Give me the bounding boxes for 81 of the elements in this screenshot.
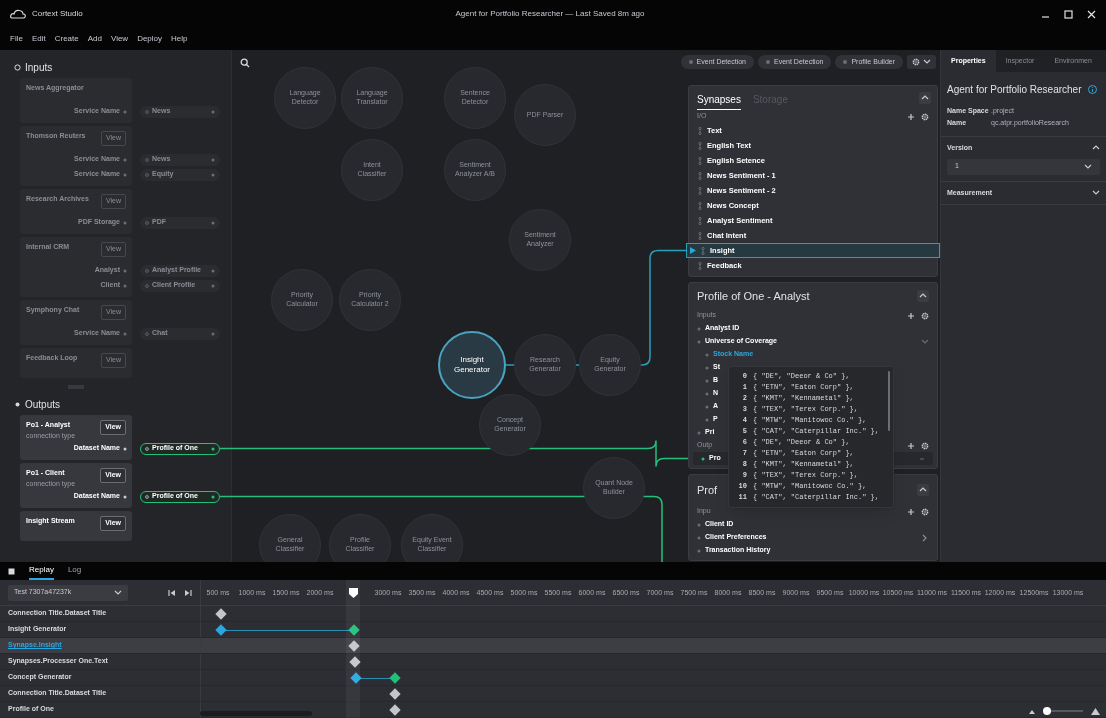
port-icon bbox=[698, 231, 702, 240]
port-dot-icon bbox=[211, 446, 215, 451]
ring-icon bbox=[145, 109, 149, 114]
port-icon bbox=[698, 201, 702, 210]
ring-icon bbox=[145, 446, 149, 451]
ring-icon bbox=[145, 268, 149, 273]
settings-icon[interactable] bbox=[921, 112, 929, 121]
settings-icon[interactable] bbox=[921, 311, 929, 320]
collapse-button[interactable] bbox=[917, 290, 929, 302]
caret-down-icon[interactable] bbox=[1092, 188, 1100, 197]
settings-icon[interactable] bbox=[921, 441, 929, 450]
menu-item[interactable]: File bbox=[10, 33, 23, 45]
skip-forward-icon[interactable] bbox=[184, 588, 192, 597]
cloud-logo-icon bbox=[10, 9, 26, 19]
section-title: Outputs bbox=[25, 397, 61, 412]
port-icon bbox=[698, 186, 702, 195]
port-icon bbox=[698, 171, 702, 180]
app-name: Cortext Studio bbox=[32, 8, 83, 20]
port-dot-icon bbox=[123, 446, 127, 451]
port-dot-icon bbox=[211, 494, 215, 499]
caret-up-icon bbox=[919, 292, 927, 300]
menu-item[interactable]: View bbox=[110, 33, 129, 45]
small-mountain-icon bbox=[1029, 708, 1035, 714]
ring-icon bbox=[14, 63, 21, 71]
port-icon bbox=[698, 261, 702, 270]
menu-item[interactable]: Edit bbox=[31, 33, 46, 45]
settings-icon[interactable] bbox=[921, 507, 929, 516]
ring-icon bbox=[145, 220, 149, 225]
slider-thumb[interactable] bbox=[1043, 707, 1051, 715]
port-icon bbox=[698, 156, 702, 165]
menu-item[interactable]: Add bbox=[87, 33, 102, 45]
panel-title: Profile of One - Analyst bbox=[697, 288, 810, 304]
chevron-right-icon[interactable] bbox=[921, 533, 929, 542]
ring-icon bbox=[145, 331, 149, 336]
large-mountain-icon bbox=[1091, 707, 1100, 715]
caret-up-icon bbox=[919, 486, 927, 494]
settings-icon bbox=[912, 58, 920, 66]
playhead-handle[interactable] bbox=[348, 588, 358, 598]
plus-icon[interactable] bbox=[907, 311, 915, 320]
settings-dropdown-button[interactable] bbox=[907, 55, 936, 69]
ring-icon bbox=[145, 172, 149, 177]
plus-icon[interactable] bbox=[907, 441, 915, 450]
port-icon bbox=[698, 141, 702, 150]
close-icon[interactable] bbox=[1087, 9, 1096, 19]
caret-down-icon bbox=[114, 588, 122, 597]
menu-item[interactable]: Deploy bbox=[137, 33, 163, 45]
info-icon[interactable] bbox=[1087, 85, 1097, 94]
ring-icon bbox=[145, 157, 149, 162]
chevron-down-icon[interactable] bbox=[921, 337, 929, 346]
panel-title: Prof bbox=[697, 482, 718, 498]
graph-node[interactable]: Insight Generator bbox=[438, 331, 506, 399]
plus-icon[interactable] bbox=[907, 112, 915, 121]
skip-back-icon[interactable] bbox=[168, 588, 176, 597]
port-dot-icon bbox=[123, 494, 127, 499]
section-title: Inputs bbox=[25, 60, 53, 75]
stop-icon[interactable] bbox=[8, 567, 15, 575]
scrollbar-thumb[interactable] bbox=[888, 371, 890, 431]
collapse-icon bbox=[919, 455, 925, 462]
port-icon bbox=[698, 216, 702, 225]
dot-icon bbox=[14, 400, 21, 408]
play-icon bbox=[690, 247, 696, 254]
port-dot-icon bbox=[701, 456, 705, 461]
caret-up-icon bbox=[921, 94, 929, 102]
caret-down-icon bbox=[1084, 162, 1092, 171]
window-title: Agent for Portfolio Researcher — Last Saved 8m ago bbox=[454, 8, 646, 20]
panel-title: Agent for Portfolio Researcher bbox=[947, 83, 1082, 97]
menu-item[interactable]: Create bbox=[54, 33, 79, 45]
ring-icon bbox=[145, 283, 149, 288]
collapse-button[interactable] bbox=[917, 484, 929, 496]
menu-item[interactable]: Help bbox=[171, 33, 188, 45]
port-icon bbox=[701, 246, 705, 255]
bottom-tab[interactable]: Log bbox=[67, 562, 82, 580]
maximize-icon[interactable] bbox=[1064, 9, 1073, 19]
panel-tab[interactable]: Synapses bbox=[697, 92, 741, 110]
port-icon bbox=[698, 126, 702, 135]
caret-icon bbox=[923, 58, 931, 66]
collapse-button[interactable] bbox=[919, 92, 931, 104]
search-icon[interactable] bbox=[240, 58, 250, 68]
scrollbar-thumb[interactable] bbox=[200, 711, 312, 716]
ring-icon bbox=[145, 494, 149, 499]
plus-icon[interactable] bbox=[907, 507, 915, 516]
